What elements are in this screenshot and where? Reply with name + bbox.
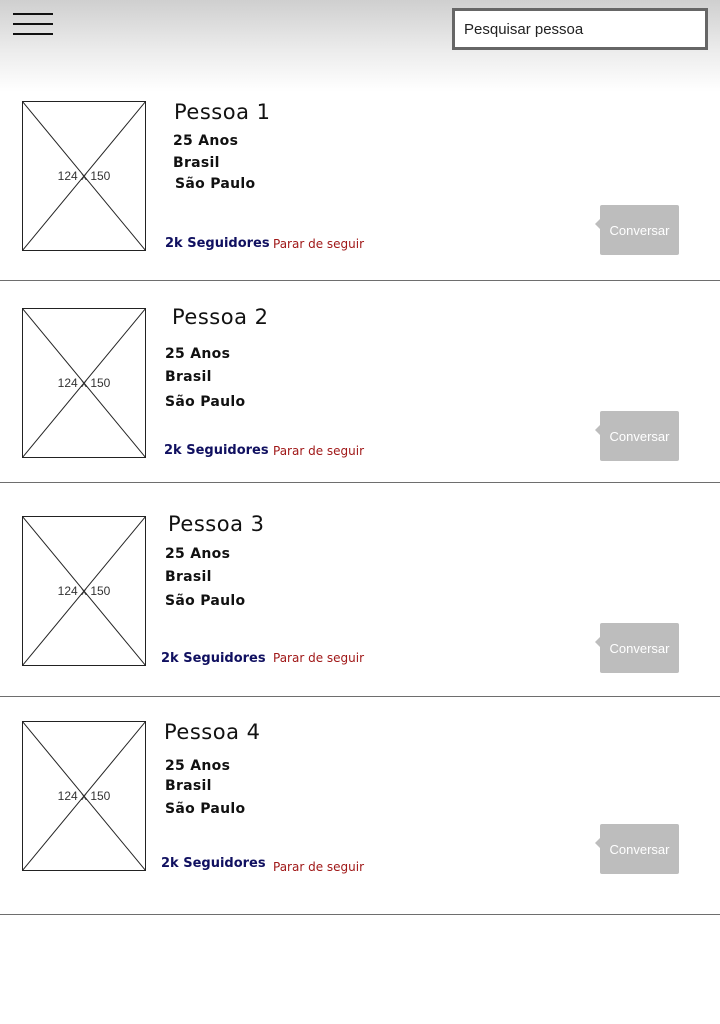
search-input[interactable] <box>452 8 708 50</box>
top-bar <box>0 0 720 92</box>
followers-link[interactable]: 2k Seguidores <box>164 443 269 458</box>
chat-button[interactable]: Conversar <box>595 824 679 874</box>
person-name: Pessoa 4 <box>164 720 261 744</box>
image-size-label: 124 x 150 <box>57 584 111 598</box>
unfollow-link[interactable]: Parar de seguir <box>273 860 364 874</box>
card-divider <box>0 914 720 915</box>
hamburger-menu-icon[interactable] <box>13 13 53 35</box>
person-name: Pessoa 2 <box>172 305 269 329</box>
person-country: Brasil <box>165 778 212 794</box>
card-divider <box>0 482 720 483</box>
chat-button[interactable]: Conversar <box>595 411 679 461</box>
unfollow-link[interactable]: Parar de seguir <box>273 444 364 458</box>
chat-button[interactable]: Conversar <box>595 205 679 255</box>
followers-link[interactable]: 2k Seguidores <box>161 651 266 666</box>
profile-image-placeholder: 124 x 150 <box>22 308 146 458</box>
card-divider <box>0 280 720 281</box>
person-city: São Paulo <box>165 801 246 817</box>
profile-image-placeholder: 124 x 150 <box>22 516 146 666</box>
image-size-label: 124 x 150 <box>57 789 111 803</box>
person-country: Brasil <box>165 569 212 585</box>
person-city: São Paulo <box>165 394 246 410</box>
image-size-label: 124 x 150 <box>57 169 111 183</box>
person-name: Pessoa 1 <box>174 100 271 124</box>
person-country: Brasil <box>165 369 212 385</box>
person-city: São Paulo <box>165 593 246 609</box>
followers-link[interactable]: 2k Seguidores <box>161 856 266 871</box>
chat-button[interactable]: Conversar <box>595 623 679 673</box>
followers-link[interactable]: 2k Seguidores <box>165 236 270 251</box>
unfollow-link[interactable]: Parar de seguir <box>273 237 364 251</box>
person-age: 25 Anos <box>165 346 231 362</box>
card-divider <box>0 696 720 697</box>
person-age: 25 Anos <box>165 758 231 774</box>
unfollow-link[interactable]: Parar de seguir <box>273 651 364 665</box>
person-age: 25 Anos <box>173 133 239 149</box>
profile-image-placeholder: 124 x 150 <box>22 721 146 871</box>
profile-image-placeholder: 124 x 150 <box>22 101 146 251</box>
person-city: São Paulo <box>175 176 256 192</box>
image-size-label: 124 x 150 <box>57 376 111 390</box>
person-age: 25 Anos <box>165 546 231 562</box>
person-name: Pessoa 3 <box>168 512 265 536</box>
person-country: Brasil <box>173 155 220 171</box>
